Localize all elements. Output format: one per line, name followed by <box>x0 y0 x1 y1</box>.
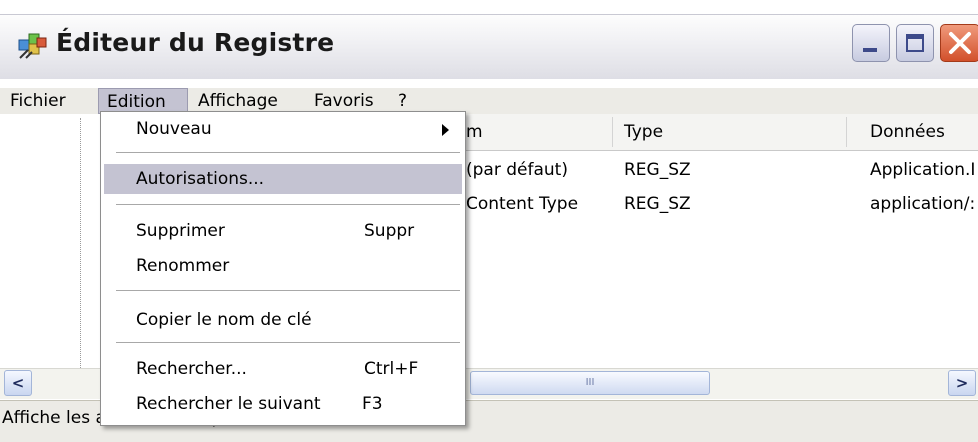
value-name[interactable]: Content Type <box>466 194 578 214</box>
scroll-thumb[interactable]: III <box>470 371 710 395</box>
menu-item-label: Renommer <box>136 256 230 276</box>
column-header-type[interactable]: Type <box>624 118 663 146</box>
menu-item-label: Copier le nom de clé <box>136 310 312 330</box>
value-type: REG_SZ <box>624 160 691 180</box>
menu-separator <box>116 152 460 154</box>
minimize-button[interactable] <box>852 24 890 62</box>
menu-separator <box>116 204 460 206</box>
menu-item-rechercher[interactable]: Rechercher... Ctrl+F <box>104 354 462 384</box>
value-name[interactable]: (par défaut) <box>466 160 568 180</box>
column-divider[interactable] <box>846 117 847 147</box>
close-button[interactable] <box>940 24 978 62</box>
menu-item-shortcut: Ctrl+F <box>364 359 419 379</box>
scroll-left-button[interactable]: < <box>4 370 32 396</box>
minimize-icon <box>863 48 877 52</box>
menu-separator <box>116 290 460 292</box>
maximize-button[interactable] <box>896 24 934 62</box>
menu-item-copier-nom[interactable]: Copier le nom de clé <box>104 305 462 335</box>
close-icon <box>949 32 971 54</box>
tree-guide-line <box>80 118 81 368</box>
registry-editor-icon <box>16 28 50 62</box>
menu-item-renommer[interactable]: Renommer <box>104 251 462 281</box>
menu-item-autorisations[interactable]: Autorisations... <box>104 164 462 194</box>
menu-item-label: Rechercher... <box>136 359 247 379</box>
menu-item-rechercher-suivant[interactable]: Rechercher le suivant F3 <box>104 389 462 419</box>
menu-fichier[interactable]: Fichier <box>2 88 74 114</box>
value-data: Application.I <box>870 160 976 180</box>
scroll-right-button[interactable]: > <box>948 370 976 396</box>
menu-item-supprimer[interactable]: Supprimer Suppr <box>104 216 462 246</box>
menu-item-label: Autorisations... <box>136 169 265 189</box>
value-data: application/: <box>870 194 976 214</box>
menu-item-label: Rechercher le suivant <box>136 394 321 414</box>
column-divider[interactable] <box>612 117 613 147</box>
value-type: REG_SZ <box>624 194 691 214</box>
menu-item-shortcut: Suppr <box>364 221 415 241</box>
submenu-arrow-icon <box>442 124 449 136</box>
menu-item-label: Supprimer <box>136 221 225 241</box>
menu-item-label: Nouveau <box>136 119 212 139</box>
menu-item-shortcut: F3 <box>362 394 383 414</box>
window-title: Éditeur du Registre <box>56 28 335 57</box>
menu-item-nouveau[interactable]: Nouveau <box>104 114 462 144</box>
column-header-name[interactable]: m <box>466 118 483 146</box>
menu-separator <box>116 342 460 344</box>
maximize-icon <box>906 34 924 52</box>
column-header-data[interactable]: Données <box>870 118 945 146</box>
